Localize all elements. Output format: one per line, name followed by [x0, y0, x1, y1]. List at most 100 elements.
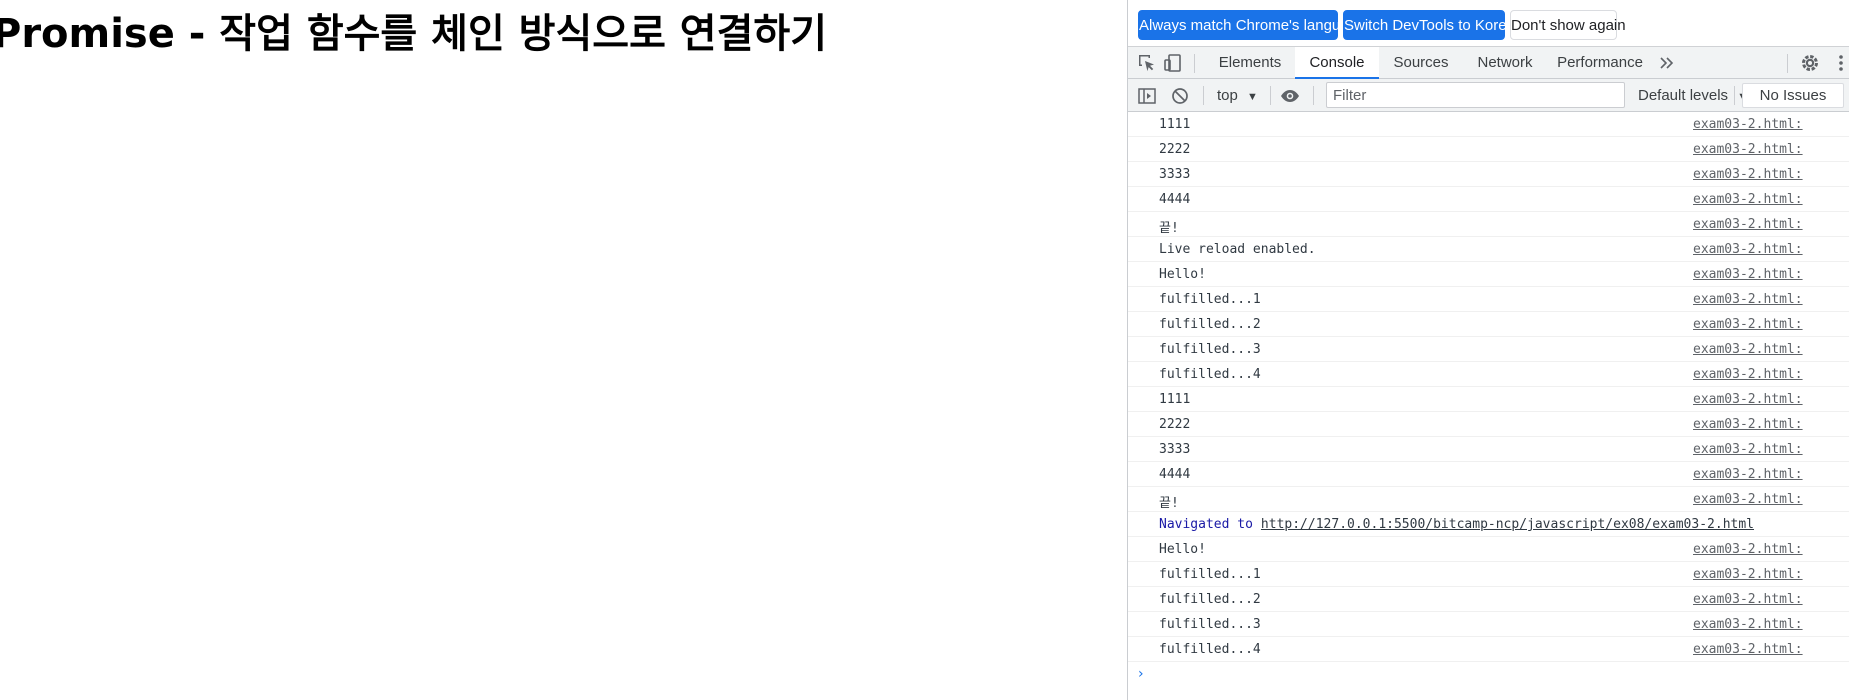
log-message: 1111: [1159, 117, 1191, 132]
log-source-link[interactable]: exam03-2.html:: [1693, 592, 1849, 607]
log-list: 1111 exam03-2.html: 2222 exam03-2.html: 3333…: [1128, 112, 1849, 512]
log-source-link[interactable]: exam03-2.html:: [1693, 342, 1849, 357]
log-source-link[interactable]: exam03-2.html:: [1693, 167, 1849, 182]
double-chevron-right-icon[interactable]: [1656, 52, 1678, 74]
log-source-link[interactable]: exam03-2.html:: [1693, 542, 1849, 557]
log-message: fulfilled...4: [1159, 642, 1261, 657]
page-viewport: Promise - 작업 함수를 체인 방식으로 연결하기: [0, 0, 1127, 700]
console-log-row: 끝! exam03-2.html:: [1128, 487, 1849, 512]
console-log-row: 4444 exam03-2.html:: [1128, 187, 1849, 212]
log-message: 2222: [1159, 417, 1191, 432]
log-message: 3333: [1159, 442, 1191, 457]
log-message: fulfilled...3: [1159, 342, 1261, 357]
console-log-row: 4444 exam03-2.html:: [1128, 462, 1849, 487]
console-log-row: Live reload enabled. exam03-2.html:: [1128, 237, 1849, 262]
toolbar-divider: [1203, 86, 1204, 105]
log-source-link[interactable]: exam03-2.html:: [1693, 242, 1849, 257]
log-source-link[interactable]: exam03-2.html:: [1693, 567, 1849, 582]
log-source-link[interactable]: exam03-2.html:: [1693, 192, 1849, 207]
console-log-row: 2222 exam03-2.html:: [1128, 137, 1849, 162]
console-log-row: 3333 exam03-2.html:: [1128, 437, 1849, 462]
navigated-label: Navigated to: [1159, 517, 1253, 532]
log-source-link[interactable]: exam03-2.html:: [1693, 292, 1849, 307]
navigated-url-link[interactable]: http://127.0.0.1:5500/bitcamp-ncp/javasc…: [1261, 517, 1754, 532]
log-source-link[interactable]: exam03-2.html:: [1693, 367, 1849, 382]
log-message: 4444: [1159, 467, 1191, 482]
log-source-link[interactable]: exam03-2.html:: [1693, 217, 1849, 232]
filter-field[interactable]: [1326, 82, 1625, 108]
dropdown-arrow-icon: ▼: [1247, 91, 1258, 103]
toolbar-divider: [1734, 86, 1735, 105]
log-source-link[interactable]: exam03-2.html:: [1693, 642, 1849, 657]
toolbar-divider: [1194, 54, 1195, 73]
log-message: Live reload enabled.: [1159, 242, 1316, 257]
console-log-row: fulfilled...2 exam03-2.html:: [1128, 312, 1849, 337]
console-log-row: 1111 exam03-2.html:: [1128, 387, 1849, 412]
log-message: fulfilled...1: [1159, 292, 1261, 307]
tab-console[interactable]: Console: [1295, 47, 1379, 79]
context-selector[interactable]: top ▼: [1217, 83, 1258, 108]
tab-network[interactable]: Network: [1463, 47, 1547, 79]
match-language-button[interactable]: Always match Chrome's language: [1138, 10, 1365, 40]
levels-label: Default levels: [1638, 87, 1729, 104]
toolbar-divider: [1313, 86, 1314, 105]
log-message: 3333: [1159, 167, 1191, 182]
tab-sources[interactable]: Sources: [1379, 47, 1463, 79]
devtools-panel: Always match Chrome's language Switch De…: [1127, 0, 1849, 700]
log-source-link[interactable]: exam03-2.html:: [1693, 142, 1849, 157]
tab-elements[interactable]: Elements: [1205, 47, 1295, 79]
console-log-row: 2222 exam03-2.html:: [1128, 412, 1849, 437]
gear-icon[interactable]: [1799, 52, 1821, 74]
log-message: fulfilled...3: [1159, 617, 1261, 632]
log-message: Hello!: [1159, 542, 1206, 557]
console-log-row: fulfilled...1 exam03-2.html:: [1128, 562, 1849, 587]
log-list: Hello! exam03-2.html: fulfilled...1 exam03-…: [1128, 537, 1849, 662]
sidebar-toggle-icon[interactable]: [1136, 85, 1158, 107]
log-levels-dropdown[interactable]: Default levels ▼: [1638, 83, 1748, 108]
log-source-link[interactable]: exam03-2.html:: [1693, 467, 1849, 482]
issues-button[interactable]: No Issues: [1742, 83, 1844, 108]
console-log-row: fulfilled...3 exam03-2.html:: [1128, 612, 1849, 637]
log-source-link[interactable]: exam03-2.html:: [1693, 417, 1849, 432]
log-source-link[interactable]: exam03-2.html:: [1693, 317, 1849, 332]
log-source-link[interactable]: exam03-2.html:: [1693, 392, 1849, 407]
tab-performance[interactable]: Performance: [1547, 47, 1653, 79]
devtools-tab-bar: Elements Console Sources Network Perform…: [1128, 46, 1849, 79]
log-message: 4444: [1159, 192, 1191, 207]
context-label: top: [1217, 87, 1238, 104]
eye-icon[interactable]: [1279, 85, 1301, 107]
inspect-element-icon[interactable]: [1136, 52, 1158, 74]
log-source-link[interactable]: exam03-2.html:: [1693, 492, 1849, 507]
toolbar-divider: [1787, 54, 1788, 73]
console-log-row: fulfilled...4 exam03-2.html:: [1128, 637, 1849, 662]
log-message: fulfilled...2: [1159, 592, 1261, 607]
console-prompt[interactable]: ›: [1128, 662, 1849, 687]
log-message: fulfilled...1: [1159, 567, 1261, 582]
console-output[interactable]: 1111 exam03-2.html: 2222 exam03-2.html: 3333…: [1128, 112, 1849, 700]
chevron-right-icon: ›: [1138, 666, 1144, 682]
more-options-icon[interactable]: [1830, 52, 1849, 74]
navigated-message: Navigated to http://127.0.0.1:5500/bitcam…: [1128, 512, 1849, 537]
clear-console-icon[interactable]: [1169, 85, 1191, 107]
log-message: fulfilled...4: [1159, 367, 1261, 382]
console-log-row: fulfilled...1 exam03-2.html:: [1128, 287, 1849, 312]
switch-language-button[interactable]: Switch DevTools to Korean: [1343, 10, 1523, 40]
device-toolbar-icon[interactable]: [1162, 52, 1184, 74]
console-log-row: fulfilled...2 exam03-2.html:: [1128, 587, 1849, 612]
console-log-row: fulfilled...3 exam03-2.html:: [1128, 337, 1849, 362]
filter-input[interactable]: [1327, 83, 1624, 107]
log-message: 끝!: [1159, 496, 1179, 511]
log-source-link[interactable]: exam03-2.html:: [1693, 117, 1849, 132]
log-source-link[interactable]: exam03-2.html:: [1693, 617, 1849, 632]
language-infobar: Always match Chrome's language Switch De…: [1128, 0, 1849, 46]
console-log-row: fulfilled...4 exam03-2.html:: [1128, 362, 1849, 387]
log-message: 1111: [1159, 392, 1191, 407]
log-message: 끝!: [1159, 221, 1179, 236]
log-source-link[interactable]: exam03-2.html:: [1693, 267, 1849, 282]
log-source-link[interactable]: exam03-2.html:: [1693, 442, 1849, 457]
console-log-row: Hello! exam03-2.html:: [1128, 537, 1849, 562]
toolbar-divider: [1270, 86, 1271, 105]
console-log-row: 3333 exam03-2.html:: [1128, 162, 1849, 187]
page-title: Promise - 작업 함수를 체인 방식으로 연결하기: [0, 11, 828, 57]
dont-show-again-button[interactable]: Don't show again: [1510, 10, 1626, 40]
